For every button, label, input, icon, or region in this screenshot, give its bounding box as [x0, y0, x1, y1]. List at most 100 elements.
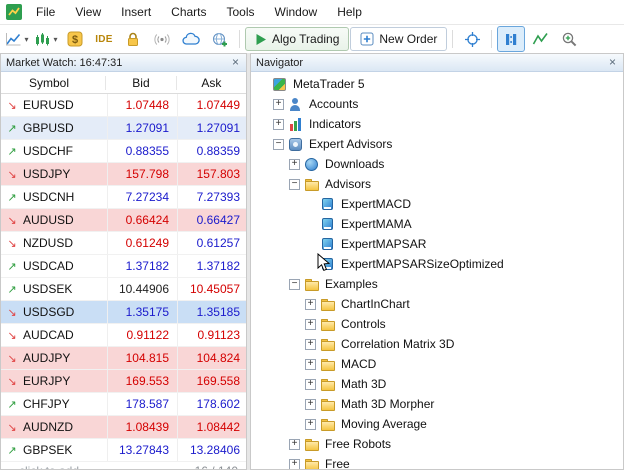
trend-icon — [1, 421, 23, 434]
tree-item-expertmapsarsizeoptimized[interactable]: ExpertMAPSARSizeOptimized — [251, 254, 623, 274]
tree-item-indicators[interactable]: Indicators — [251, 114, 623, 134]
tree-item-free-robots[interactable]: Free Robots — [251, 434, 623, 454]
column-symbol[interactable]: Symbol — [1, 75, 107, 90]
market-watch-row-audnzd[interactable]: AUDNZD 1.08439 1.08442 — [1, 416, 246, 439]
symbol-label: USDCHF — [23, 140, 108, 162]
navigator-panel: Navigator × MetaTrader 5 Accounts Indica… — [250, 53, 624, 470]
tree-item-accounts[interactable]: Accounts — [251, 94, 623, 114]
expand-toggle-icon[interactable] — [289, 458, 300, 469]
workspace: Market Watch: 16:47:31 × Symbol Bid Ask … — [0, 53, 624, 470]
menu-file[interactable]: File — [26, 0, 65, 24]
menu-bar: File View Insert Charts Tools Window Hel… — [0, 0, 624, 25]
cloud-button[interactable] — [177, 26, 205, 52]
tree-item-math-3d[interactable]: Math 3D — [251, 374, 623, 394]
expand-toggle-icon[interactable] — [305, 318, 316, 330]
market-watch-row-usdsgd[interactable]: USDSGD 1.35175 1.35185 — [1, 301, 246, 324]
symbols-button[interactable]: $ — [61, 26, 89, 52]
lock-button[interactable] — [119, 26, 147, 52]
close-icon[interactable]: × — [607, 56, 618, 68]
ask-value: 157.803 — [196, 167, 240, 181]
menu-charts[interactable]: Charts — [161, 0, 216, 24]
tree-item-correlation-matrix-3d[interactable]: Correlation Matrix 3D — [251, 334, 623, 354]
navigator-title: Navigator — [256, 56, 304, 69]
tree-item-chartinchart[interactable]: ChartInChart — [251, 294, 623, 314]
tree-item-label: Free — [325, 457, 350, 469]
expand-toggle-icon[interactable] — [273, 118, 284, 130]
market-depth-button[interactable] — [497, 26, 526, 52]
market-watch-row-usdcad[interactable]: USDCAD 1.37182 1.37182 — [1, 255, 246, 278]
tree-item-metatrader5[interactable]: MetaTrader 5 — [251, 74, 623, 94]
expand-toggle-icon[interactable] — [305, 398, 316, 410]
ide-button[interactable]: IDE — [90, 26, 118, 52]
new-order-button[interactable]: New Order — [350, 27, 448, 51]
market-watch-row-nzdusd[interactable]: NZDUSD 0.61249 0.61257 — [1, 232, 246, 255]
market-watch-row-eurjpy[interactable]: EURJPY 169.553 169.558 — [1, 370, 246, 393]
expand-toggle-icon[interactable] — [289, 178, 300, 190]
crosshair-button[interactable] — [458, 26, 486, 52]
market-watch-row-gbpsek[interactable]: GBPSEK 13.27843 13.28406 — [1, 439, 246, 462]
expand-toggle-icon[interactable] — [305, 338, 316, 350]
depth-of-market-icon — [506, 33, 517, 45]
menu-insert[interactable]: Insert — [111, 0, 161, 24]
zigzag-button[interactable] — [526, 26, 554, 52]
market-watch-row-audcad[interactable]: AUDCAD 0.91122 0.91123 — [1, 324, 246, 347]
expand-toggle-icon[interactable] — [305, 418, 316, 430]
tree-item-free[interactable]: Free — [251, 454, 623, 469]
algo-trading-button[interactable]: Algo Trading — [245, 27, 350, 51]
expand-toggle-icon[interactable] — [289, 438, 300, 450]
ask-value: 1.35185 — [196, 305, 240, 319]
expand-toggle-icon[interactable] — [305, 298, 316, 310]
chart-type-button[interactable]: ▾ — [32, 26, 60, 52]
expand-toggle-icon[interactable] — [273, 138, 284, 150]
tree-item-expertmacd[interactable]: ExpertMACD — [251, 194, 623, 214]
market-watch-header[interactable]: Market Watch: 16:47:31 × — [1, 54, 246, 72]
tree-item-downloads[interactable]: Downloads — [251, 154, 623, 174]
expand-toggle-icon[interactable] — [305, 378, 316, 390]
click-to-add-field[interactable]: click to add... — [1, 464, 89, 470]
trend-icon — [1, 99, 23, 112]
market-watch-row-usdcnh[interactable]: USDCNH 7.27234 7.27393 — [1, 186, 246, 209]
ask-value: 0.91123 — [197, 328, 241, 342]
market-watch-row-gbpusd[interactable]: GBPUSD 1.27091 1.27091 — [1, 117, 246, 140]
tree-item-advisors[interactable]: Advisors — [251, 174, 623, 194]
market-watch-row-usdjpy[interactable]: USDJPY 157.798 157.803 — [1, 163, 246, 186]
market-watch-row-eurusd[interactable]: EURUSD 1.07448 1.07449 — [1, 94, 246, 117]
tree-item-expert-advisors[interactable]: Expert Advisors — [251, 134, 623, 154]
expand-toggle-icon[interactable] — [289, 278, 300, 290]
market-watch-row-chfjpy[interactable]: CHFJPY 178.587 178.602 — [1, 393, 246, 416]
menu-tools[interactable]: Tools — [217, 0, 265, 24]
column-ask[interactable]: Ask — [177, 76, 246, 90]
tree-item-math-3d-morpher[interactable]: Math 3D Morpher — [251, 394, 623, 414]
tree-item-examples[interactable]: Examples — [251, 274, 623, 294]
tree-item-label: Moving Average — [341, 417, 427, 431]
community-button[interactable] — [206, 26, 234, 52]
line-chart-button[interactable]: ▾ — [3, 26, 31, 52]
symbol-label: USDCNH — [23, 186, 108, 208]
market-watch-row-audjpy[interactable]: AUDJPY 104.815 104.824 — [1, 347, 246, 370]
market-watch-row-usdchf[interactable]: USDCHF 0.88355 0.88359 — [1, 140, 246, 163]
expand-toggle-icon[interactable] — [273, 98, 284, 110]
tree-item-controls[interactable]: Controls — [251, 314, 623, 334]
tree-item-macd[interactable]: MACD — [251, 354, 623, 374]
signal-button[interactable] — [148, 26, 176, 52]
market-watch-footer: click to add... 16 / 140 — [1, 462, 246, 470]
market-watch-row-usdsek[interactable]: USDSEK 10.44906 10.45057 — [1, 278, 246, 301]
tree-item-moving-average[interactable]: Moving Average — [251, 414, 623, 434]
navigator-header[interactable]: Navigator × — [251, 54, 623, 72]
close-icon[interactable]: × — [230, 56, 241, 68]
column-bid[interactable]: Bid — [106, 75, 177, 90]
bid-value: 1.35175 — [108, 301, 178, 323]
zoom-in-button[interactable] — [555, 26, 583, 52]
menu-window[interactable]: Window — [265, 0, 328, 24]
accounts-icon — [288, 97, 304, 112]
tree-item-expertmama[interactable]: ExpertMAMA — [251, 214, 623, 234]
toolbar-separator — [239, 30, 240, 48]
expand-toggle-icon[interactable] — [305, 358, 316, 370]
symbol-label: USDCAD — [23, 255, 108, 277]
tree-item-expertmapsar[interactable]: ExpertMAPSAR — [251, 234, 623, 254]
expand-toggle-icon[interactable] — [289, 158, 300, 170]
menu-help[interactable]: Help — [327, 0, 372, 24]
menu-view[interactable]: View — [65, 0, 111, 24]
market-watch-row-audusd[interactable]: AUDUSD 0.66424 0.66427 — [1, 209, 246, 232]
tree-item-label: Math 3D — [341, 377, 387, 391]
